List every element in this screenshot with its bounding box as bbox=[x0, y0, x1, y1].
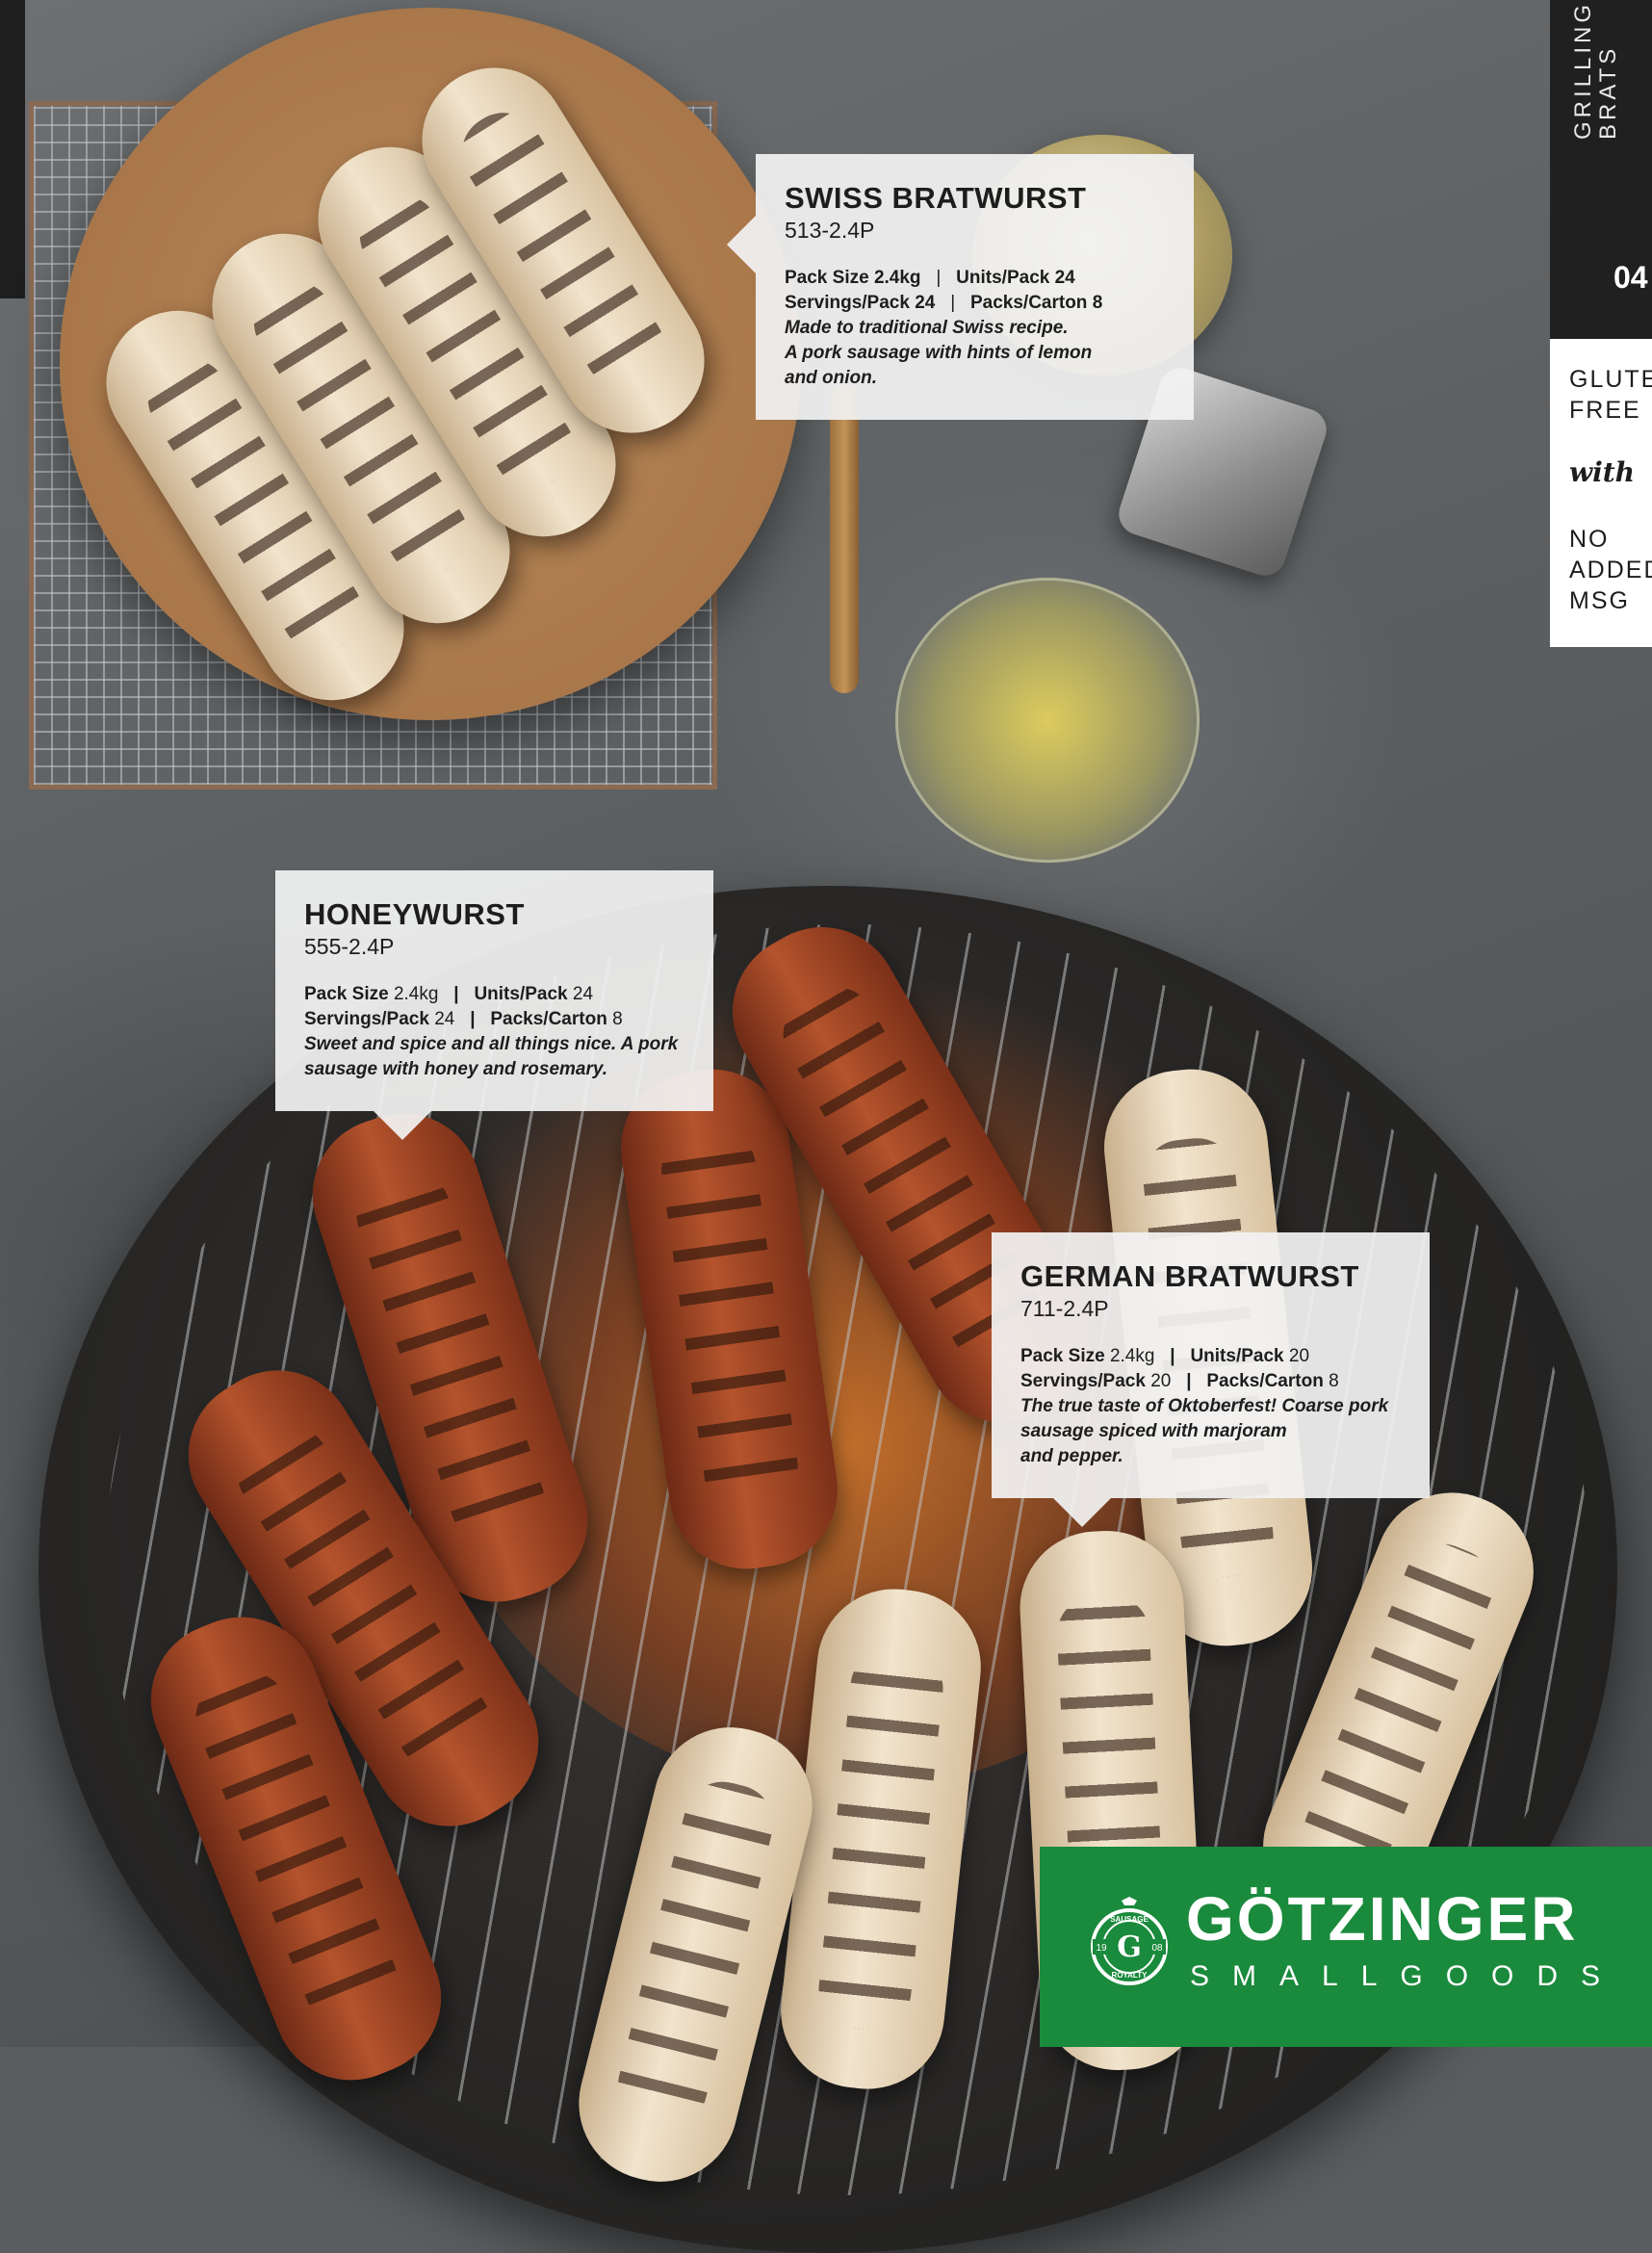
royalty-seal-icon: G 19 08 SAUSAGE ROYALTY bbox=[1091, 1897, 1168, 1985]
product-name: HONEYWURST bbox=[304, 897, 525, 931]
product-spec-line2: Servings/Pack 20 | Packs/Carton 8 bbox=[1020, 1371, 1339, 1391]
product-name: GERMAN BRATWURST bbox=[1020, 1259, 1359, 1293]
product-spec-line1: Pack Size 2.4kg | Units/Pack 24 bbox=[785, 268, 1075, 288]
product-spec-line2: Servings/Pack 24 | Packs/Carton 8 bbox=[304, 1009, 623, 1029]
badge-msg: MSG bbox=[1569, 587, 1630, 614]
section-title: GRILLING BRATS bbox=[1570, 0, 1621, 140]
badge-added: ADDED bbox=[1569, 557, 1652, 583]
product-code: 711-2.4P bbox=[1020, 1296, 1109, 1321]
badge-gluten: GLUTEN bbox=[1569, 366, 1652, 393]
section-title-line1: GRILLING bbox=[1570, 0, 1596, 140]
product-spec-line2: Servings/Pack 24 | Packs/Carton 8 bbox=[785, 293, 1103, 313]
svg-text:ROYALTY: ROYALTY bbox=[1112, 1971, 1149, 1980]
svg-text:G: G bbox=[1117, 1930, 1142, 1964]
badge-no: NO bbox=[1569, 526, 1610, 553]
section-tab: GRILLING BRATS 04 bbox=[1550, 0, 1652, 339]
brand-name: GÖTZINGER bbox=[1186, 1884, 1579, 1954]
section-title-line2: BRATS bbox=[1595, 44, 1621, 140]
product-card-honeywurst: HONEYWURST 555-2.4P Pack Size 2.4kg | Un… bbox=[275, 870, 713, 1140]
product-name: SWISS BRATWURST bbox=[785, 181, 1087, 215]
product-code: 555-2.4P bbox=[304, 934, 395, 959]
product-description: The true taste of Oktoberfest! Coarse po… bbox=[1020, 1396, 1389, 1466]
svg-text:SAUSAGE: SAUSAGE bbox=[1110, 1915, 1149, 1924]
product-card-german-bratwurst: GERMAN BRATWURST 711-2.4P Pack Size 2.4k… bbox=[992, 1232, 1430, 1527]
badge-free: FREE bbox=[1569, 397, 1641, 424]
product-description: Made to traditional Swiss recipe. A pork… bbox=[785, 318, 1093, 388]
product-spec-line1: Pack Size 2.4kg | Units/Pack 24 bbox=[304, 984, 594, 1004]
product-card-swiss-bratwurst: SWISS BRATWURST 513-2.4P Pack Size 2.4kg… bbox=[727, 154, 1194, 420]
page-number: 04 bbox=[1613, 260, 1648, 295]
oil-bowl bbox=[895, 578, 1200, 863]
brand-logo-block: G 19 08 SAUSAGE ROYALTY GÖTZINGER SMALLG… bbox=[1040, 1847, 1652, 2047]
svg-text:19: 19 bbox=[1096, 1943, 1107, 1954]
product-code: 513-2.4P bbox=[785, 218, 875, 243]
dietary-badges: GLUTEN FREE with NO ADDED MSG bbox=[1550, 339, 1652, 647]
svg-text:08: 08 bbox=[1151, 1943, 1163, 1954]
product-spec-line1: Pack Size 2.4kg | Units/Pack 20 bbox=[1020, 1346, 1310, 1366]
badge-with: with bbox=[1569, 456, 1636, 488]
wooden-stick bbox=[830, 385, 859, 693]
left-edge-bar bbox=[0, 0, 25, 298]
product-description: Sweet and spice and all things nice. A p… bbox=[304, 1034, 679, 1079]
brand-subtitle: SMALLGOODS bbox=[1190, 1960, 1624, 1992]
